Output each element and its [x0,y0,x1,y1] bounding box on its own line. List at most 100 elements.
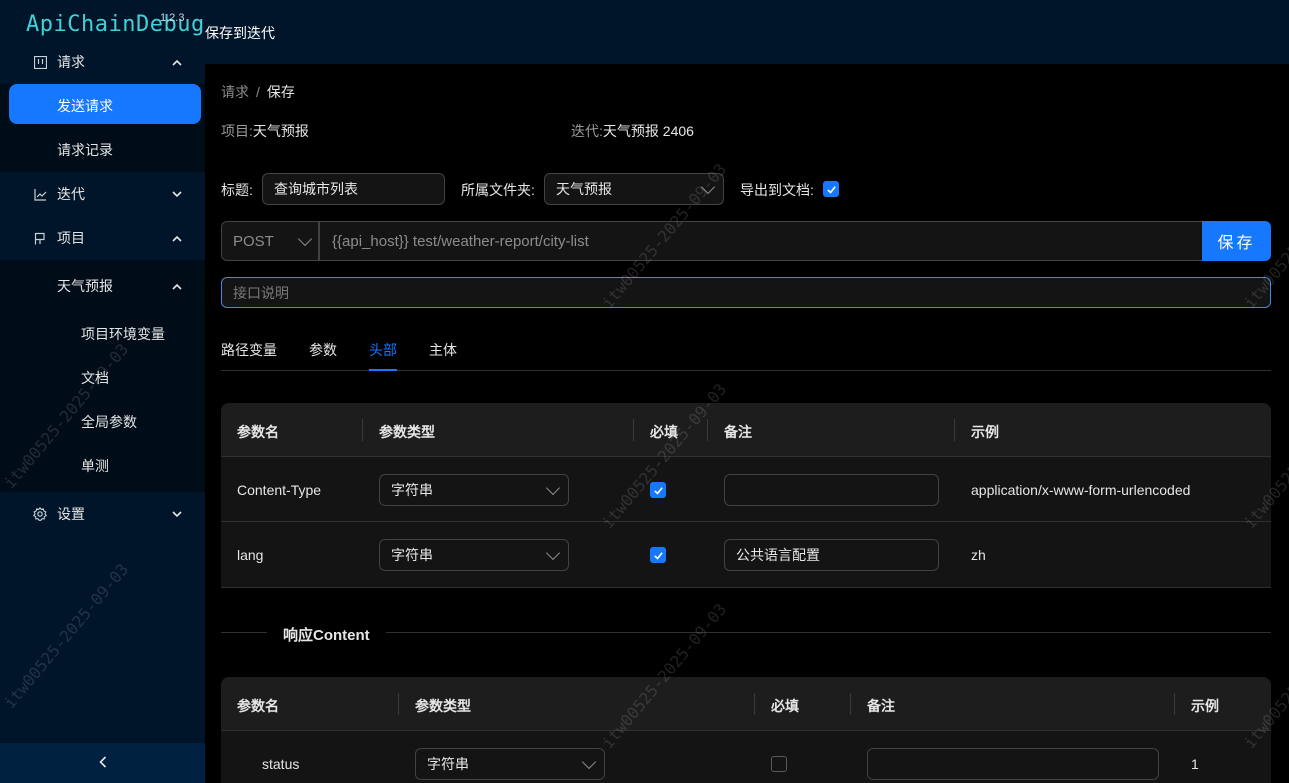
column-header: 备注 [867,698,895,714]
sidebar-item-label: 请求 [57,54,85,70]
column-header: 必填 [650,424,678,440]
sidebar-item-label: 发送请求 [57,98,113,114]
column-header: 示例 [1191,698,1219,714]
chevron-up-icon [171,56,183,68]
example-value: 1 [1191,756,1199,772]
breadcrumb-separator: / [256,84,260,100]
save-button[interactable]: 保存 [1202,221,1271,261]
note-input[interactable] [867,748,1159,780]
folder-select[interactable]: 天气预报 [544,173,724,205]
response-table: 参数名 参数类型 必填 备注 示例 status 字符串 1 [221,677,1271,783]
param-type-select[interactable]: 字符串 [415,748,605,780]
chevron-down-icon [171,508,183,520]
tab-path-variables[interactable]: 路径变量 [221,340,277,360]
sidebar-item-send-request[interactable]: 发送请求 [0,84,205,128]
iteration-meta: 迭代:天气预报 2406 [571,121,694,141]
table-row: lang 字符串 公共语言配置 zh [221,522,1271,588]
column-header: 备注 [724,424,752,440]
chart-icon [33,187,47,201]
sidebar-item-iteration[interactable]: 迭代 [0,172,205,216]
param-type-value: 字符串 [391,547,433,563]
sidebar-item-label: 请求记录 [57,142,113,158]
column-header: 参数类型 [379,424,435,440]
table-header: 参数名 参数类型 必填 备注 示例 [221,677,1271,731]
sidebar-item-label: 设置 [57,506,85,522]
check-icon [653,486,663,495]
check-icon [653,551,663,560]
column-header: 参数名 [237,698,279,714]
breadcrumb-current: 保存 [266,84,295,100]
column-header: 示例 [971,424,999,440]
chevron-down-icon [700,179,716,195]
chevron-down-icon [545,545,561,561]
sidebar-item-request[interactable]: 请求 [0,40,205,84]
request-icon [33,55,47,69]
table-row: Content-Type 字符串 application/x-www-form-… [221,457,1271,522]
note-input[interactable] [724,474,939,506]
breadcrumb-parent[interactable]: 请求 [221,84,249,100]
export-checkbox[interactable] [823,181,839,197]
example-value: zh [971,547,986,563]
title-input[interactable]: 查询城市列表 [262,173,445,205]
required-checkbox[interactable] [650,482,666,498]
project-meta: 项目:天气预报 [221,121,309,141]
sidebar-item-project-weather[interactable]: 天气预报 [0,264,205,308]
param-type-value: 字符串 [391,482,433,498]
check-icon [826,185,836,194]
table-row: status 字符串 1 [221,731,1271,783]
method-select[interactable]: POST [221,221,319,261]
tab-params[interactable]: 参数 [309,340,337,360]
column-divider [398,693,399,715]
sidebar-item-label: 天气预报 [57,278,113,294]
column-divider [633,419,634,441]
folder-label: 所属文件夹: [461,182,535,198]
param-name: Content-Type [237,482,322,498]
table-header: 参数名 参数类型 必填 备注 示例 [221,403,1271,457]
required-checkbox[interactable] [650,547,666,563]
example-value: application/x-www-form-urlencoded [971,482,1191,498]
page-title: 保存到迭代 [205,25,275,41]
breadcrumb: 请求 / 保存 [221,82,295,102]
sidebar-item-label: 迭代 [57,186,85,202]
note-input[interactable]: 公共语言配置 [724,539,939,571]
sidebar-item-label: 全局参数 [81,414,137,430]
sidebar-item-unit-test[interactable]: 单测 [0,444,205,488]
project-meta-key: 项目: [221,123,253,139]
headers-table: 参数名 参数类型 必填 备注 示例 Content-Type 字符串 appli… [221,403,1271,588]
url-input[interactable]: {{api_host}} test/weather-report/city-li… [319,221,1203,261]
sidebar-item-settings[interactable]: 设置 [0,492,205,536]
chevron-down-icon [171,188,183,200]
tab-active-indicator [369,369,397,371]
sidebar-item-request-history[interactable]: 请求记录 [0,128,205,172]
param-type-value: 字符串 [427,756,469,772]
column-divider [850,693,851,715]
sidebar: 请求 发送请求 请求记录 迭代 项目 天气预报 项目环境变量 文档 全局参数 单… [0,40,205,783]
chevron-left-icon [98,755,107,771]
sidebar-item-label: 项目 [57,230,85,246]
tab-headers[interactable]: 头部 [369,340,397,360]
sidebar-item-global-params[interactable]: 全局参数 [0,400,205,444]
param-name: lang [237,547,264,563]
tab-body[interactable]: 主体 [429,340,457,360]
sidebar-item-docs[interactable]: 文档 [0,356,205,400]
column-divider [954,419,955,441]
column-divider [1174,693,1175,715]
column-header: 参数类型 [415,698,471,714]
sidebar-item-label: 单测 [81,458,109,474]
description-input[interactable]: 接口说明 [221,277,1271,308]
param-type-select[interactable]: 字符串 [379,539,569,571]
flag-icon [33,231,47,245]
folder-select-value: 天气预报 [556,181,612,197]
sidebar-item-project-env[interactable]: 项目环境变量 [0,312,205,356]
sidebar-item-label: 项目环境变量 [81,326,165,342]
method-select-value: POST [233,232,274,250]
chevron-up-icon [171,232,183,244]
column-divider [362,419,363,441]
param-type-select[interactable]: 字符串 [379,474,569,506]
required-checkbox[interactable] [771,756,787,772]
response-section-title: 响应Content [267,624,386,645]
chevron-down-icon [581,754,597,770]
sidebar-item-project[interactable]: 项目 [0,216,205,260]
column-header: 必填 [771,698,799,714]
sidebar-collapse-button[interactable] [0,743,205,783]
